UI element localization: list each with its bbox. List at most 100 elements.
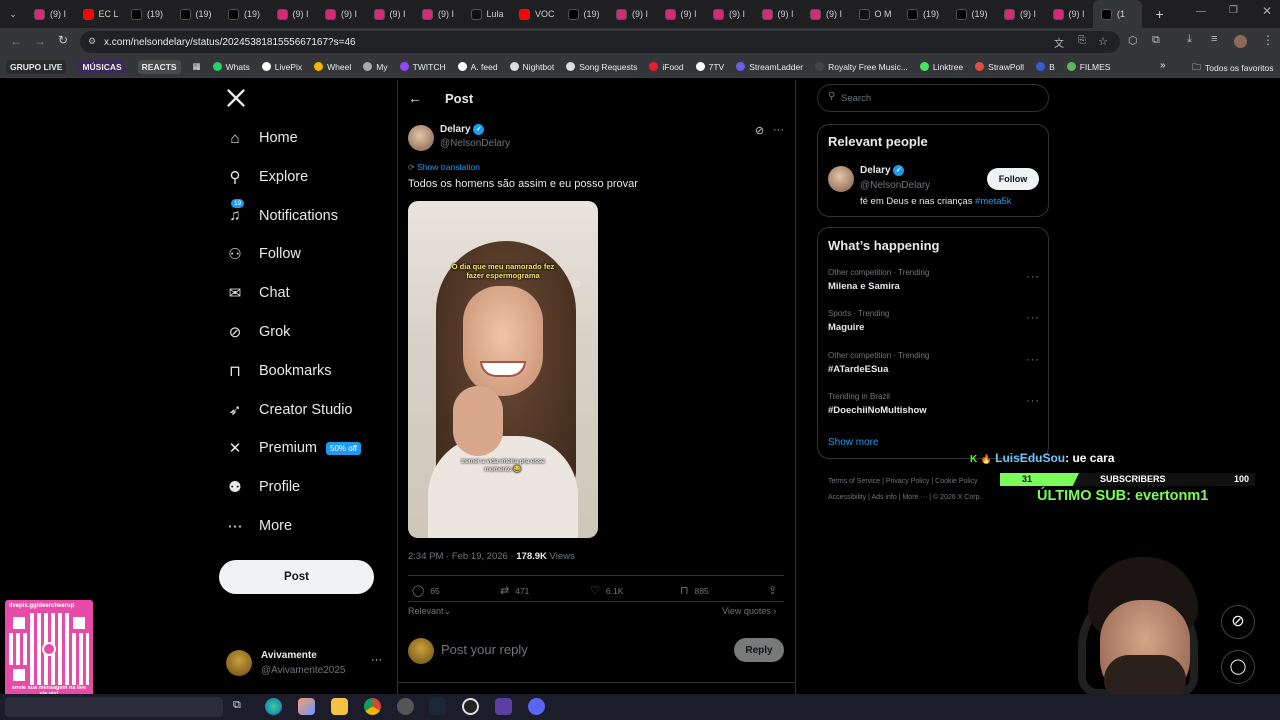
nav-item-grok[interactable]: ⊘ Grok (226, 318, 291, 346)
app-icon[interactable] (397, 698, 414, 715)
new-tab-button[interactable]: + (1156, 6, 1164, 22)
author-name-row[interactable]: Delary ✓ (440, 124, 485, 135)
obs-icon[interactable] (462, 698, 479, 715)
nav-item-premium[interactable]: ✕ Premium 50% off (226, 434, 361, 462)
browser-tab[interactable]: (9) I (657, 0, 706, 28)
browser-tab[interactable]: O M (851, 0, 900, 28)
bookmark-item[interactable]: StrawPoll (969, 62, 1030, 72)
copilot-icon[interactable] (298, 698, 315, 715)
bookmark-item[interactable]: Royalty Free Music... (809, 62, 914, 72)
more-dots-icon[interactable]: ··· (1026, 393, 1040, 407)
streamdeck-icon[interactable] (495, 698, 512, 715)
post-video[interactable]: O dia que meu namorado fez fazer espermo… (408, 201, 598, 538)
browser-tab[interactable]: (9) I (802, 0, 851, 28)
author-handle[interactable]: @NelsonDelary (440, 138, 510, 149)
bookmark-item[interactable]: Song Requests (560, 62, 643, 72)
nav-item-notifications[interactable]: ♫ Notifications 19 (226, 198, 338, 230)
browser-tab[interactable]: (19) (172, 0, 221, 28)
bookmark-action[interactable]: ⊓ 885 (680, 584, 709, 597)
browser-tab[interactable]: (9) I (269, 0, 318, 28)
window-close-button[interactable]: ✕ (1262, 4, 1272, 18)
browser-tab[interactable]: VOC (511, 0, 560, 28)
profile-avatar[interactable] (1234, 35, 1247, 48)
browser-tab[interactable]: (9) I (26, 0, 75, 28)
footer-link[interactable]: Terms of Service (828, 478, 880, 485)
person-avatar[interactable] (828, 166, 854, 192)
nav-item-home[interactable]: ⌂ Home (226, 124, 297, 152)
repost-action[interactable]: ⇄ 471 (500, 584, 529, 597)
browser-tab[interactable]: (9) I (1045, 0, 1094, 28)
author-avatar[interactable] (408, 125, 434, 151)
bookmark-item[interactable]: REACTS (132, 59, 187, 74)
more-dots-icon[interactable]: ··· (1026, 310, 1040, 324)
trend-item[interactable]: Other competition · Trending Milena e Sam… (828, 268, 929, 292)
footer-link[interactable]: Privacy Policy (886, 478, 930, 485)
steam-icon[interactable] (429, 698, 446, 715)
trend-item[interactable]: Other competition · Trending #ATardeESua (828, 351, 929, 375)
translate-icon[interactable]: 文 (1054, 35, 1064, 50)
install-icon[interactable]: ⎘ (1078, 35, 1086, 46)
nav-item-chat[interactable]: ✉ Chat (226, 279, 290, 307)
bookmark-item[interactable]: A. feed (452, 62, 504, 72)
nav-item-explore[interactable]: ⚲ Explore (226, 163, 309, 191)
nav-item-profile[interactable]: ⚉ Profile (226, 473, 300, 501)
apps-grid-icon[interactable]: ▦ (187, 61, 207, 72)
view-quotes-link[interactable]: View quotes › (722, 606, 776, 616)
browser-tab[interactable]: EC L (75, 0, 124, 28)
bookmark-item[interactable]: TWITCH (394, 62, 452, 72)
bookmark-item[interactable]: Whats (207, 62, 256, 72)
nav-item-bookmarks[interactable]: ⊓ Bookmarks (226, 357, 331, 385)
browser-tab[interactable]: (19) (123, 0, 172, 28)
browser-tab[interactable]: (9) I (608, 0, 657, 28)
more-options-icon[interactable]: ··· (773, 124, 784, 136)
bookmark-item[interactable]: Linktree (914, 62, 969, 72)
browser-tab[interactable]: (9) I (996, 0, 1045, 28)
browser-tab[interactable]: (19) (948, 0, 997, 28)
bookmark-item[interactable]: iFood (643, 62, 689, 72)
taskbar-search[interactable] (5, 697, 223, 717)
x-logo-icon[interactable] (226, 88, 246, 108)
bookmark-item[interactable]: My (357, 62, 393, 72)
reply-button[interactable]: Reply (734, 638, 784, 662)
grok-icon[interactable]: ⊘ (755, 124, 764, 137)
bookmark-item[interactable]: GRUPO LIVE (0, 59, 72, 74)
hashtag-link[interactable]: #meta5k (975, 196, 1011, 207)
post-button[interactable]: Post (219, 560, 374, 594)
bookmark-item[interactable]: Nightbot (504, 62, 561, 72)
browser-tab[interactable]: (9) I (317, 0, 366, 28)
floating-chat-button[interactable]: ◯ (1221, 650, 1255, 684)
browser-menu-icon[interactable]: ⋮ (1262, 33, 1274, 47)
browser-tab[interactable]: (19) (220, 0, 269, 28)
follow-button[interactable]: Follow (987, 168, 1039, 190)
back-arrow-icon[interactable]: ← (408, 90, 422, 106)
footer-link[interactable]: Accessibility (828, 494, 866, 501)
star-icon[interactable]: ☆ (1098, 35, 1108, 48)
floating-grok-button[interactable]: ⊘ (1221, 605, 1255, 639)
person-name-row[interactable]: Delary ✓ (860, 165, 905, 176)
show-more-link[interactable]: Show more (828, 437, 879, 448)
footer-link[interactable]: Ads info (871, 494, 896, 501)
browser-tab[interactable]: (9) I (705, 0, 754, 28)
discord-icon[interactable] (528, 698, 545, 715)
account-switcher[interactable]: Avivamente @Avivamente2025 ··· (226, 648, 386, 680)
browser-tab[interactable]: (19) (560, 0, 609, 28)
download-icon[interactable]: ⤓ (1187, 33, 1192, 46)
reload-icon[interactable]: ↻ (58, 33, 68, 47)
nav-item-creator-studio[interactable]: ➶ Creator Studio (226, 396, 353, 424)
more-dots-icon[interactable]: ··· (1026, 352, 1040, 366)
window-maximize-button[interactable]: ❐ (1229, 5, 1238, 16)
media-control-icon[interactable]: ≡ (1211, 33, 1217, 45)
all-bookmarks-folder[interactable]: 🗀 Todos os favoritos (1186, 60, 1280, 76)
bookmark-item[interactable]: LivePix (256, 62, 308, 72)
puzzle-icon[interactable]: ⧉ (1152, 34, 1160, 47)
bookmark-item[interactable]: 7TV (690, 62, 731, 72)
share-action[interactable]: ⇪ (768, 584, 777, 597)
extension-icon[interactable]: ⬡ (1128, 34, 1138, 47)
task-view-icon[interactable]: ⧉ (233, 699, 241, 712)
bookmark-item[interactable]: MÚSICAS (72, 59, 131, 74)
bookmark-item[interactable]: Wheel (308, 62, 357, 72)
bookmark-item[interactable]: StreamLadder (730, 62, 809, 72)
reply-action[interactable]: ◯ 65 (412, 584, 440, 597)
footer-link[interactable]: Cookie Policy (935, 478, 977, 485)
show-translation-link[interactable]: ⟳ Show translation (408, 162, 480, 172)
